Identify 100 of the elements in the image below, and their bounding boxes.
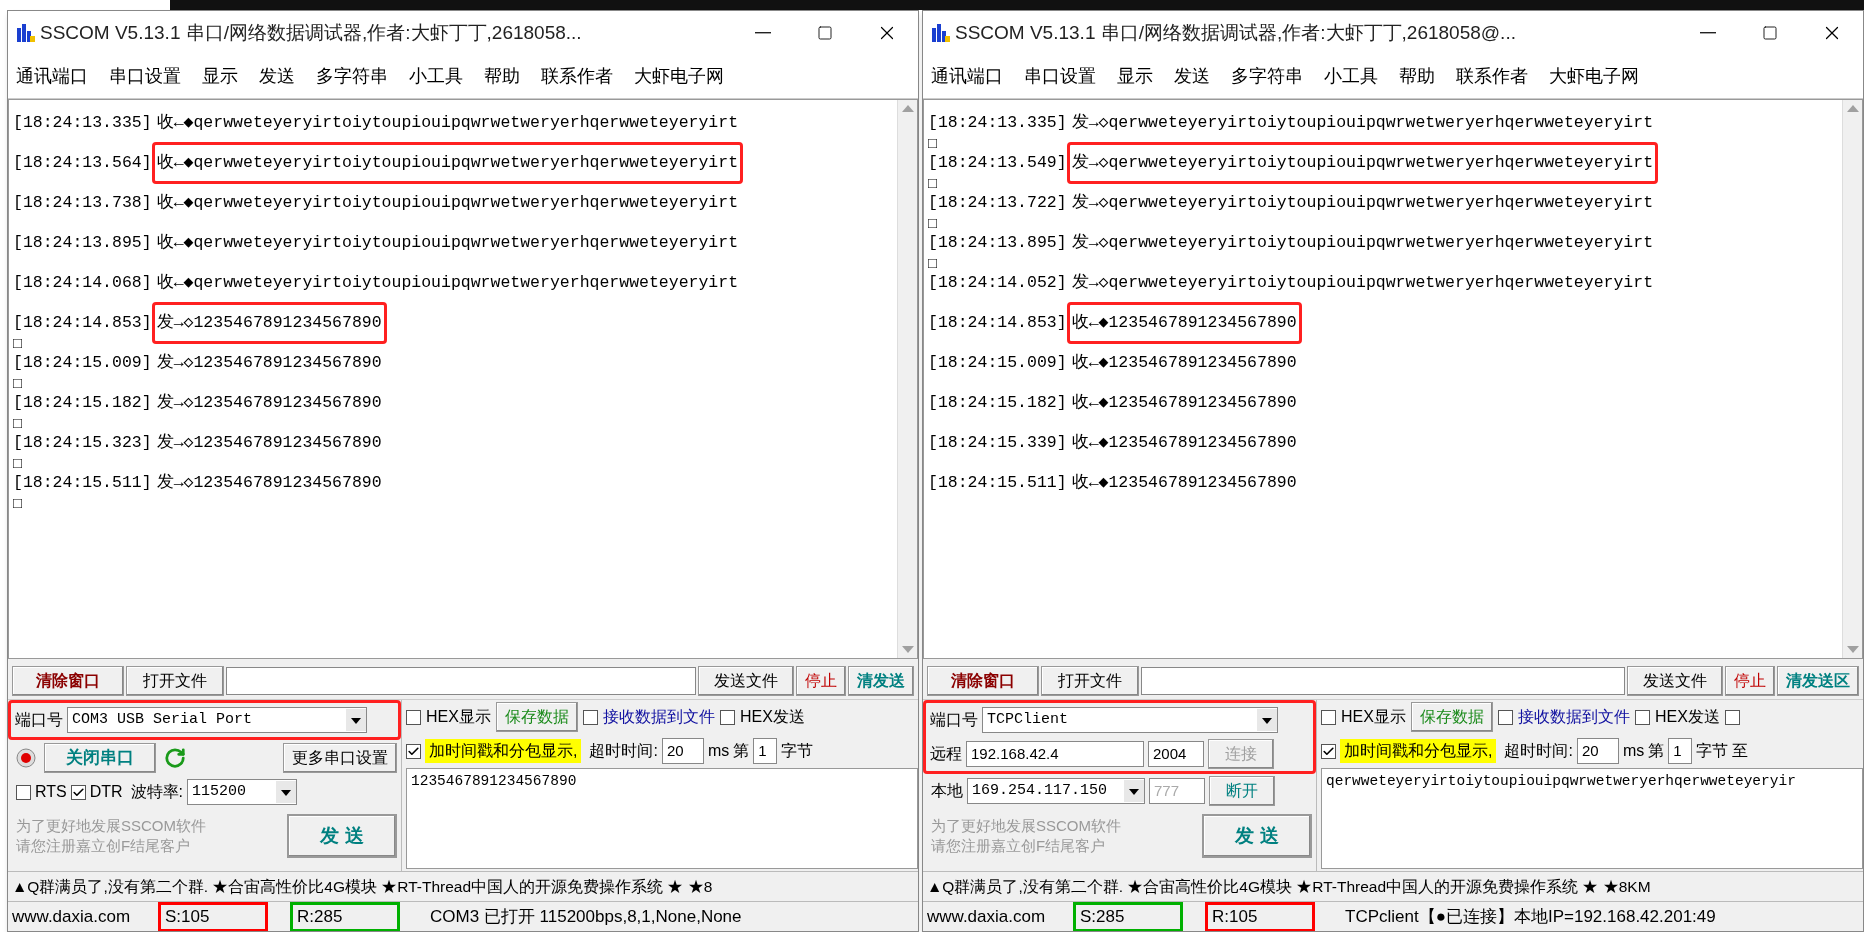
clear-window-button[interactable]: 清除窗口 [12,666,124,696]
marquee-text: ▲Q群满员了,没有第二个群. ★合宙高性价比4G模块 ★RT-Thread中国人的开源免费操作系统 ★ ★8KM [927,876,1651,897]
log-direction: 发→◇ [156,471,194,494]
send-button[interactable]: 发 送 [287,814,397,858]
local-ip-select[interactable]: 169.254.117.150 [967,778,1145,804]
send-text-area[interactable]: qerwweteyeryirtoiytoupiouipqwrwetweryerhqerwweteyeryir [1321,768,1863,869]
close-port-button[interactable]: 关闭串口 [44,743,156,773]
log-timestamp: [18:24:13.738] [13,191,152,214]
menu-item[interactable]: 通讯端口 [931,63,1003,90]
checkbox[interactable] [719,709,735,725]
log-data: qerwweteyeryirtoiytoupiouipqwrwetweryerhqerwweteyeryirt [193,191,739,214]
checkbox[interactable] [1634,709,1650,725]
menu-item[interactable]: 显示 [1117,63,1153,90]
checkbox[interactable] [406,709,421,725]
clear-window-button[interactable]: 清除窗口 [927,666,1039,696]
hex-send-label: HEX发送 [1654,707,1720,727]
log-direction: 收←◆ [156,111,194,134]
log-data: qerwweteyeryirtoiytoupiouipqwrwetweryerhqerwweteyeryirt [1108,231,1654,254]
save-data-button[interactable]: 保存数据 [495,702,578,732]
more-settings-button[interactable]: 更多串口设置 [283,743,397,773]
send-button[interactable]: 发 送 [1202,814,1312,858]
scrollbar[interactable] [1842,100,1862,658]
menu-item[interactable]: 大虾电子网 [1549,63,1639,90]
menu-item[interactable]: 小工具 [1324,63,1378,90]
log-data: 1235467891234567890 [193,471,382,494]
open-file-button[interactable]: 打开文件 [1041,666,1139,696]
menu-item[interactable]: 串口设置 [1024,63,1096,90]
log-direction: 发→◇ [1071,151,1109,174]
log-data: qerwweteyeryirtoiytoupiouipqwrwetweryerhqerwweteyeryirt [193,151,739,174]
refresh-icon[interactable] [164,747,186,769]
stop-button[interactable]: 停止 [796,666,846,696]
menu-item[interactable]: 发送 [1174,63,1210,90]
menu-item[interactable]: 串口设置 [109,63,181,90]
send-file-button[interactable]: 发送文件 [698,666,794,696]
log-timestamp: [18:24:15.511] [928,471,1067,494]
file-path-field[interactable] [1141,667,1625,695]
baud-label: 波特率: [130,782,184,802]
baud-select[interactable]: 115200 [187,779,298,805]
port-select[interactable]: COM3 USB Serial Port [67,707,367,733]
log-direction: 发→◇ [1071,191,1109,214]
log-timestamp: [18:24:15.009] [13,351,152,374]
timeout-field[interactable]: 20 [661,738,704,764]
ms-label: ms [707,741,730,761]
scroll-down-arrow-icon[interactable] [1846,646,1859,654]
menu-item[interactable]: 显示 [202,63,238,90]
scroll-up-arrow-icon[interactable] [1846,104,1859,112]
app-icon [16,22,36,44]
clear-send-button[interactable]: 清发送 [848,666,914,696]
checkbox[interactable] [582,709,598,725]
website-label: www.daxia.com [927,905,1047,928]
checkbox[interactable] [1321,709,1336,725]
promo-text: 为了更好地发展SSCOM软件 [931,816,1121,836]
save-data-button[interactable]: 保存数据 [1410,702,1493,732]
clear-send-button[interactable]: 清发送区 [1777,666,1859,696]
scroll-down-arrow-icon[interactable] [901,646,914,654]
send-text-area[interactable]: 1235467891234567890 [406,768,918,869]
minimize-icon [755,32,771,34]
byte-index-field[interactable]: 1 [753,738,778,764]
menu-item[interactable]: 联系作者 [541,63,613,90]
log-direction: 收←◆ [156,271,194,294]
disconnect-button[interactable]: 断开 [1209,776,1275,806]
checkbox[interactable] [1321,743,1336,759]
menu-item[interactable]: 小工具 [409,63,463,90]
line-break-mark: □ [928,174,938,192]
checkbox[interactable] [16,784,31,800]
log-data: 1235467891234567890 [193,391,382,414]
scrollbar[interactable] [897,100,917,658]
remote-ip-field[interactable]: 192.168.42.4 [966,741,1144,767]
bytes-label: 字节 [1696,741,1729,761]
menu-item[interactable]: 发送 [259,63,295,90]
marquee-text: ▲Q群满员了,没有第二个群. ★合宙高性价比4G模块 ★RT-Thread中国人的开源免费操作系统 ★ ★8 [12,876,713,897]
port-select[interactable]: TCPClient [982,707,1278,733]
stop-button[interactable]: 停止 [1725,666,1775,696]
remote-label: 远程 [930,744,962,764]
menu-item[interactable]: 联系作者 [1456,63,1528,90]
menu-item[interactable]: 帮助 [484,63,520,90]
menu-item[interactable]: 多字符串 [316,63,388,90]
timeout-field[interactable]: 20 [1576,738,1619,764]
ms-label: ms [1622,741,1645,761]
checkbox[interactable] [1724,709,1740,725]
byte-index-field[interactable]: 1 [1668,738,1693,764]
menu-item[interactable]: 大虾电子网 [634,63,724,90]
send-file-button[interactable]: 发送文件 [1627,666,1723,696]
log-direction: 发→◇ [156,431,194,454]
log-direction: 收←◆ [1071,431,1109,454]
checkbox[interactable] [406,743,421,759]
checkbox[interactable] [70,784,86,800]
menu-item[interactable]: 多字符串 [1231,63,1303,90]
window-title: SSCOM V5.13.1 串口/网络数据调试器,作者:大虾丁丁,2618058... [40,20,582,45]
local-label: 本地 [931,781,963,801]
menu-item[interactable]: 通讯端口 [16,63,88,90]
open-file-button[interactable]: 打开文件 [126,666,224,696]
scroll-up-arrow-icon[interactable] [901,104,914,112]
file-path-field[interactable] [226,667,696,695]
byte-counter: S:105 [158,901,268,931]
checkbox[interactable] [1497,709,1513,725]
log-data: qerwweteyeryirtoiytoupiouipqwrwetweryerhqerwweteyeryirt [1108,111,1654,134]
maximize-icon [1762,25,1778,41]
menu-item[interactable]: 帮助 [1399,63,1435,90]
remote-port-field[interactable]: 2004 [1148,741,1204,767]
